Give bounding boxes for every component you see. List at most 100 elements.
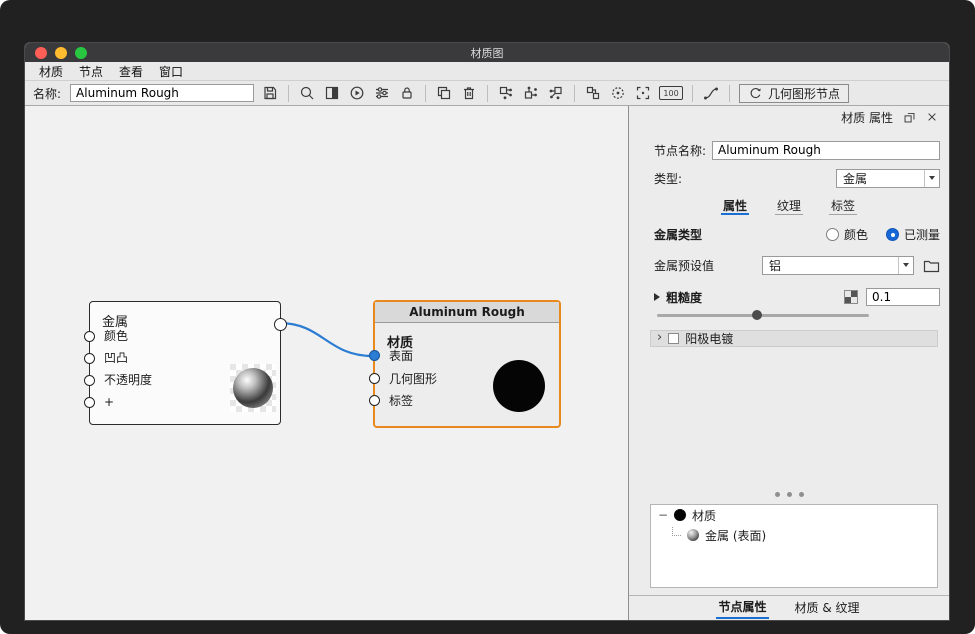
slider-track[interactable] — [657, 314, 869, 317]
type-label: 类型: — [654, 170, 682, 187]
type-dropdown[interactable]: 金属 — [836, 169, 940, 188]
chevron-down-icon — [924, 170, 939, 187]
panel-title: 材质 属性 — [841, 109, 893, 126]
tab-node-properties[interactable]: 节点属性 — [716, 597, 768, 619]
reroute-connection-icon[interactable] — [702, 85, 720, 102]
anodized-label: 阳极电镀 — [685, 330, 733, 347]
expand-triangle-icon[interactable] — [654, 293, 660, 301]
panel-spacer — [629, 347, 949, 492]
menu-view[interactable]: 查看 — [111, 63, 151, 80]
type-dropdown-value: 金属 — [843, 170, 867, 187]
toolbar-separator — [692, 85, 693, 102]
port-label[interactable] — [369, 395, 380, 406]
preview-icon[interactable] — [298, 85, 316, 102]
port-add-label: + — [104, 396, 114, 408]
toolbar-separator — [288, 85, 289, 102]
toolbar-separator — [487, 85, 488, 102]
settings-sliders-icon[interactable] — [373, 85, 391, 102]
metal-preset-dropdown[interactable]: 铝 — [762, 256, 914, 275]
float-panel-icon[interactable] — [902, 110, 916, 124]
main-area: 金属 颜色 凹凸 不透明度 + Aluminum Rough 材质 — [25, 106, 949, 620]
tree-metal-label: 金属 (表面) — [705, 527, 766, 544]
port-geometry[interactable] — [369, 373, 380, 384]
tree-row-material[interactable]: − 材质 — [651, 505, 937, 525]
anodized-group-header[interactable]: › 阳极电镀 — [650, 330, 938, 347]
render-icon[interactable] — [348, 85, 366, 102]
node-metal-title: 金属 — [102, 311, 128, 330]
menu-window[interactable]: 窗口 — [151, 63, 191, 80]
material-name-input[interactable] — [70, 84, 254, 102]
node-name-label: 节点名称: — [654, 142, 712, 159]
node-material-title: Aluminum Rough — [375, 302, 559, 323]
metal-type-label: 金属类型 — [654, 226, 702, 243]
metal-type-radios: 颜色 已测量 — [826, 226, 940, 243]
tab-textures[interactable]: 纹理 — [775, 197, 803, 215]
lock-icon[interactable] — [398, 85, 416, 102]
port-geometry-label: 几何图形 — [389, 373, 437, 385]
port-label-label: 标签 — [389, 395, 413, 407]
port-bump-label: 凹凸 — [104, 352, 128, 364]
radio-measured[interactable]: 已测量 — [886, 226, 940, 243]
tab-labels[interactable]: 标签 — [829, 197, 857, 215]
node-graph-canvas[interactable]: 金属 颜色 凹凸 不透明度 + Aluminum Rough 材质 — [25, 106, 628, 620]
texture-nodes-icon[interactable] — [522, 85, 540, 102]
port-surface-connected[interactable] — [369, 350, 380, 361]
tab-material-textures[interactable]: 材质 & 纹理 — [793, 598, 862, 618]
properties-panel: 材质 属性 节点名称: 类型: 金属 属性 纹 — [628, 106, 949, 620]
port-add[interactable] — [84, 397, 95, 408]
panel-bottom-tabs: 节点属性 材质 & 纹理 — [629, 595, 949, 620]
type-row: 类型: 金属 — [629, 168, 949, 188]
splitter-handle[interactable] — [629, 492, 949, 497]
port-bump[interactable] — [84, 353, 95, 364]
port-opacity[interactable] — [84, 375, 95, 386]
port-color[interactable] — [84, 331, 95, 342]
port-surface-label: 表面 — [389, 350, 413, 362]
toolbar-separator — [425, 85, 426, 102]
material-tree: − 材质 金属 (表面) — [650, 504, 938, 588]
arrange-nodes-icon[interactable] — [584, 85, 602, 102]
close-panel-icon[interactable] — [925, 110, 939, 124]
save-icon[interactable] — [261, 85, 279, 102]
metal-preset-value: 铝 — [769, 257, 781, 274]
metal-preview-thumbnail — [230, 364, 276, 412]
toolbar-separator — [574, 85, 575, 102]
slider-handle[interactable] — [752, 310, 762, 320]
geometry-node-button[interactable]: 几何图形节点 — [739, 84, 849, 103]
port-opacity-label: 不透明度 — [104, 374, 152, 386]
menu-node[interactable]: 节点 — [71, 63, 111, 80]
port-output[interactable] — [274, 318, 287, 331]
metal-node-icon — [687, 529, 699, 541]
compare-icon[interactable] — [323, 85, 341, 102]
tab-properties[interactable]: 属性 — [721, 197, 749, 215]
zoom-100-icon[interactable]: 100 — [659, 86, 683, 100]
roughness-slider[interactable] — [657, 309, 869, 321]
node-metal[interactable]: 金属 颜色 凹凸 不透明度 + — [89, 301, 281, 425]
geometry-node-button-label: 几何图形节点 — [768, 85, 840, 102]
utility-nodes-icon[interactable] — [547, 85, 565, 102]
tree-row-metal[interactable]: 金属 (表面) — [651, 525, 937, 545]
name-label: 名称: — [33, 85, 61, 102]
chevron-down-icon — [898, 257, 913, 274]
duplicate-icon[interactable] — [435, 85, 453, 102]
delete-icon[interactable] — [460, 85, 478, 102]
texture-map-icon[interactable] — [844, 290, 858, 304]
chevron-right-icon: › — [657, 331, 662, 344]
title-bar[interactable]: 材质图 — [25, 43, 949, 62]
node-material-aluminum-rough[interactable]: Aluminum Rough 材质 表面 几何图形 标签 — [373, 300, 561, 428]
refresh-icon — [748, 85, 763, 102]
radio-color-label: 颜色 — [844, 226, 868, 243]
menu-material[interactable]: 材质 — [31, 63, 71, 80]
fit-view-icon[interactable] — [634, 85, 652, 102]
folder-icon[interactable] — [923, 258, 940, 273]
radio-color[interactable]: 颜色 — [826, 226, 868, 243]
metal-preset-row: 金属预设值 铝 — [629, 255, 949, 275]
roughness-label: 粗糙度 — [666, 289, 702, 306]
collapse-icon[interactable]: − — [658, 508, 668, 522]
material-nodes-icon[interactable] — [497, 85, 515, 102]
roughness-row: 粗糙度 — [629, 288, 949, 306]
anodized-checkbox[interactable] — [668, 333, 679, 344]
node-name-input[interactable] — [712, 141, 940, 160]
roughness-input[interactable] — [866, 288, 940, 306]
snap-grid-icon[interactable] — [609, 85, 627, 102]
port-color-label: 颜色 — [104, 330, 128, 342]
